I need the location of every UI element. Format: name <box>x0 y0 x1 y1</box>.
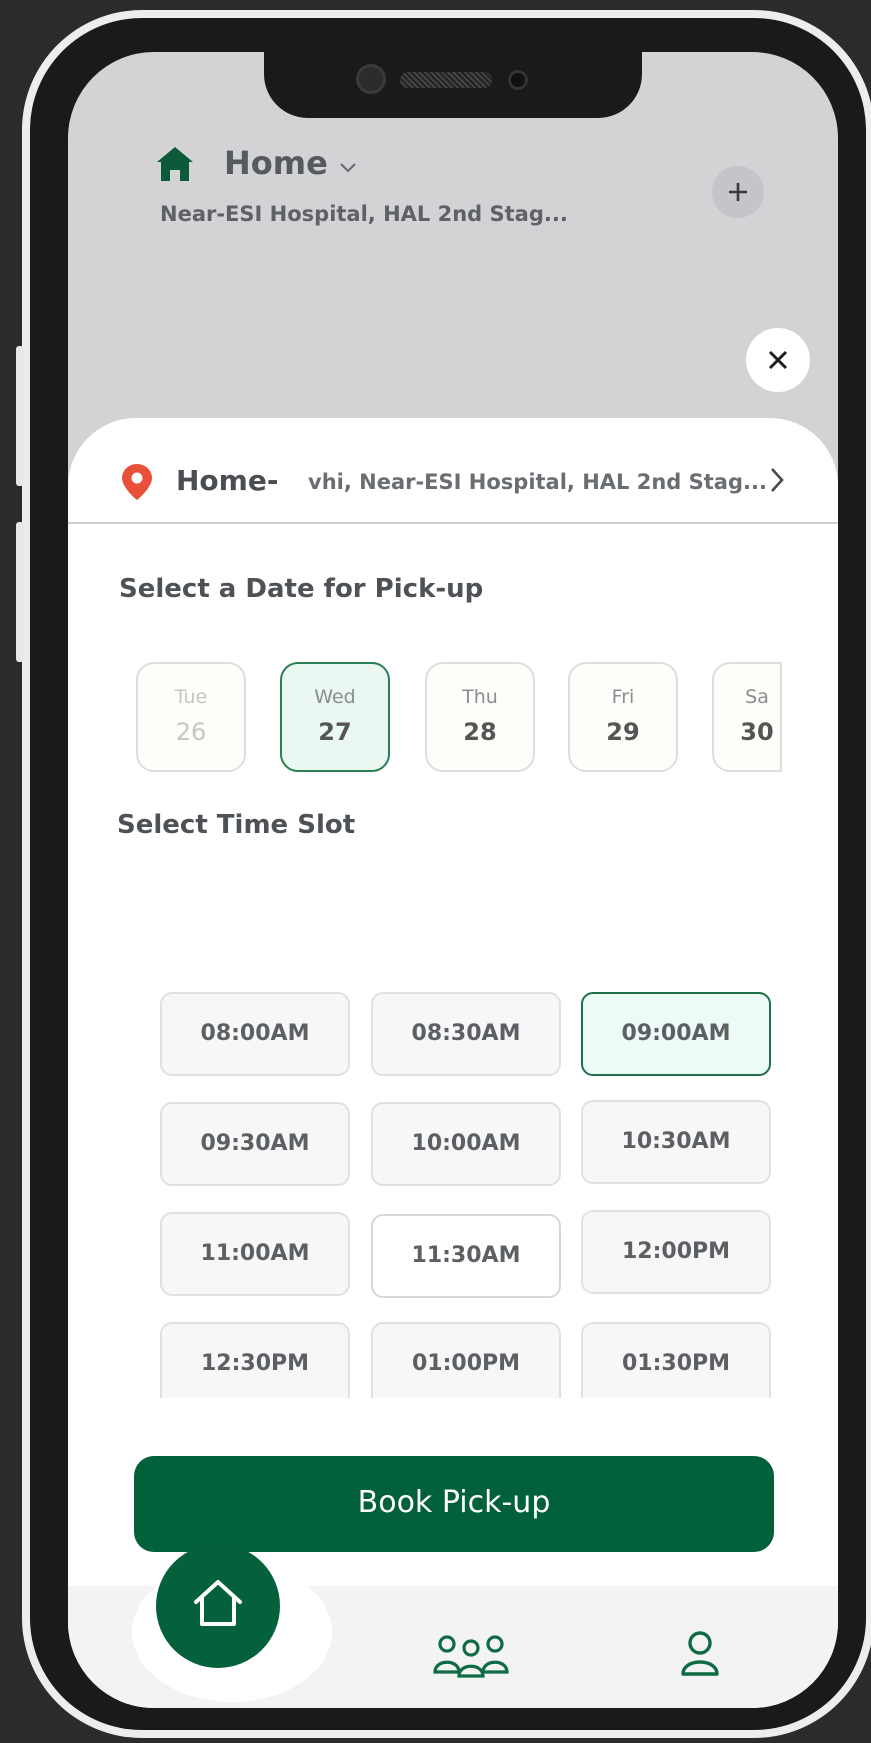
date-dow: Sa <box>745 686 769 708</box>
time-slot[interactable]: 08:30AM <box>371 992 561 1076</box>
time-slot[interactable]: 11:30AM <box>371 1214 561 1298</box>
time-slot[interactable]: 12:00PM <box>581 1210 771 1294</box>
time-slot-selected[interactable]: 09:00AM <box>581 992 771 1076</box>
date-dow: Tue <box>174 686 208 708</box>
location-pin-icon <box>122 464 152 500</box>
chevron-down-icon[interactable] <box>338 160 358 174</box>
date-dow: Thu <box>462 686 498 708</box>
time-slot[interactable]: 09:30AM <box>160 1102 350 1186</box>
home-filled-icon <box>157 147 193 181</box>
time-slot[interactable]: 01:30PM <box>581 1322 771 1398</box>
front-camera <box>356 64 386 94</box>
time-slot[interactable]: 12:30PM <box>160 1322 350 1398</box>
time-slot[interactable]: 10:00AM <box>371 1102 561 1186</box>
chevron-right-icon <box>771 468 784 492</box>
address-title: Home- <box>176 464 279 497</box>
location-label[interactable]: Home <box>224 144 328 182</box>
date-card-tue-26: Tue 26 <box>136 662 246 772</box>
date-section-title: Select a Date for Pick-up <box>119 574 484 604</box>
date-card-sat-30[interactable]: Sa 30 <box>712 662 782 772</box>
volume-up-button <box>16 346 24 486</box>
close-icon <box>768 350 788 370</box>
time-slot[interactable]: 08:00AM <box>160 992 350 1076</box>
address-text: vhi, Near-ESI Hospital, HAL 2nd Stag... <box>308 470 767 494</box>
time-slot[interactable]: 11:00AM <box>160 1212 350 1296</box>
profile-icon[interactable] <box>680 1630 720 1678</box>
book-pickup-button[interactable]: Book Pick-up <box>134 1456 774 1552</box>
nav-home-button[interactable] <box>156 1544 280 1668</box>
notch <box>264 52 642 118</box>
date-card-thu-28[interactable]: Thu 28 <box>425 662 535 772</box>
date-card-fri-29[interactable]: Fri 29 <box>568 662 678 772</box>
date-day: 29 <box>606 718 640 746</box>
pickup-sheet: Home- vhi, Near-ESI Hospital, HAL 2nd St… <box>68 418 838 1708</box>
header-address: Near-ESI Hospital, HAL 2nd Stag... <box>160 202 568 226</box>
time-slot[interactable]: 10:30AM <box>581 1100 771 1184</box>
time-section-title: Select Time Slot <box>117 810 356 840</box>
plus-icon <box>729 183 747 201</box>
date-dow: Wed <box>314 686 356 708</box>
earpiece-speaker <box>400 72 492 88</box>
date-day: 27 <box>318 718 352 746</box>
date-dow: Fri <box>611 686 635 708</box>
date-day: 30 <box>740 718 774 746</box>
date-day: 28 <box>463 718 497 746</box>
add-button[interactable] <box>712 166 764 218</box>
time-slot[interactable]: 01:00PM <box>371 1322 561 1398</box>
date-card-wed-27[interactable]: Wed 27 <box>280 662 390 772</box>
home-outline-icon <box>194 1580 242 1626</box>
volume-down-button <box>16 522 24 662</box>
proximity-sensor <box>508 70 528 90</box>
address-row[interactable]: Home- vhi, Near-ESI Hospital, HAL 2nd St… <box>68 418 838 524</box>
date-day: 26 <box>175 718 207 746</box>
screen: Home Near-ESI Hospital, HAL 2nd Stag... … <box>68 52 838 1708</box>
group-icon[interactable] <box>432 1634 510 1678</box>
close-button[interactable] <box>746 328 810 392</box>
